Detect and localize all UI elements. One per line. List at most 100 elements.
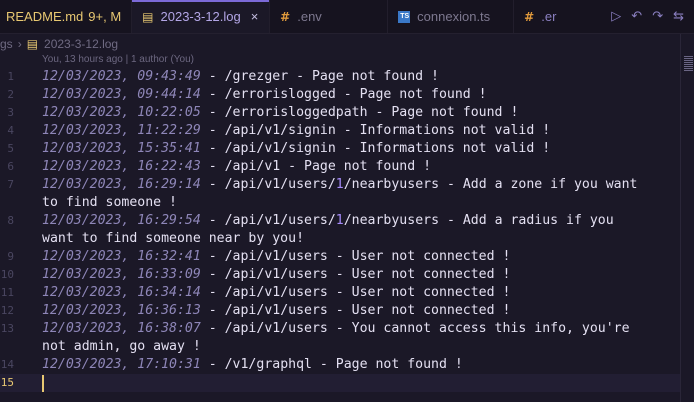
code-line[interactable]: 4 12/03/2023, 11:22:29 - /api/v1/signin -… <box>0 122 680 140</box>
line-number: 2 <box>7 88 14 101</box>
line-number: 13 <box>0 322 14 335</box>
editor-actions: ▷ ↶ ↷ ⇆ <box>603 0 694 33</box>
line-text: 12/03/2023, 09:43:49 - /grezger - Page n… <box>42 68 439 86</box>
log-timestamp: 12/03/2023, 16:29:54 <box>42 213 201 228</box>
code-line[interactable]: 8 12/03/2023, 16:29:54 - /api/v1/users/1/… <box>0 212 680 230</box>
git-codelens[interactable]: You, 13 hours ago | 1 author (You) <box>42 54 194 65</box>
ts-icon: TS <box>398 10 411 23</box>
code-line-wrap[interactable]: want to find someone near by you! <box>0 230 680 248</box>
line-text: 12/03/2023, 15:35:41 - /api/v1/signin - … <box>42 140 550 158</box>
code-line[interactable]: 9 12/03/2023, 16:32:41 - /api/v1/users - … <box>0 248 680 266</box>
minimap[interactable] <box>684 56 693 76</box>
log-message: /nearbyusers - Add a zone if you want <box>343 177 638 192</box>
scrollbar-track[interactable] <box>680 34 681 402</box>
line-text: 12/03/2023, 16:38:07 - /api/v1/users - Y… <box>42 320 630 338</box>
line-number: 10 <box>0 268 14 281</box>
go-back-icon[interactable]: ↶ <box>631 9 642 24</box>
breadcrumb-parent[interactable]: gs <box>0 37 13 51</box>
line-text: 12/03/2023, 10:22:05 - /errorisloggedpat… <box>42 104 518 122</box>
code-line-wrap[interactable]: to find someone ! <box>0 194 680 212</box>
code-line[interactable]: 14 12/03/2023, 17:10:31 - /v1/graphql - P… <box>0 356 680 374</box>
log-tab-label: 2023-3-12.log <box>160 9 241 24</box>
tab-readme[interactable]: README.md 9+, M <box>0 0 133 33</box>
line-text: 12/03/2023, 16:29:14 - /api/v1/users/1/n… <box>42 176 638 194</box>
log-message: - /api/v1/signin - Informations not vali… <box>200 123 551 138</box>
line-number: 14 <box>0 358 14 371</box>
log-timestamp: 12/03/2023, 16:33:09 <box>42 267 201 282</box>
log-message: - /api/v1/users/ <box>200 213 336 228</box>
code-line-wrap[interactable]: not admin, go away ! <box>0 338 680 356</box>
line-text: 12/03/2023, 16:22:43 - /api/v1 - Page no… <box>42 158 431 176</box>
line-text: 12/03/2023, 16:32:41 - /api/v1/users - U… <box>42 248 510 266</box>
code-line[interactable]: 3 12/03/2023, 10:22:05 - /errorisloggedpa… <box>0 104 680 122</box>
log-message: - /api/v1 - Page not found ! <box>200 159 432 174</box>
chevron-right-icon: › <box>17 37 22 51</box>
breadcrumb: gs › ▤ 2023-3-12.log <box>0 34 694 54</box>
line-text: 12/03/2023, 16:36:13 - /api/v1/users - U… <box>42 302 510 320</box>
line-text: 12/03/2023, 17:10:31 - /v1/graphql - Pag… <box>42 356 463 374</box>
er-tab-label: .er <box>541 9 557 24</box>
log-message: - /v1/graphql - Page not found ! <box>200 357 463 372</box>
go-forward-icon[interactable]: ↷ <box>652 9 663 24</box>
log-timestamp: 12/03/2023, 16:29:14 <box>42 177 201 192</box>
line-number: 7 <box>7 178 14 191</box>
code-line[interactable]: 1 12/03/2023, 09:43:49 - /grezger - Page … <box>0 68 680 86</box>
log-icon: ▤ <box>142 9 154 24</box>
code-line[interactable]: 5 12/03/2023, 15:35:41 - /api/v1/signin -… <box>0 140 680 158</box>
log-message: - /api/v1/users/ <box>200 177 336 192</box>
log-message: - /api/v1/users - User not connected ! <box>200 267 511 282</box>
line-number: 3 <box>7 106 14 119</box>
log-message: - /api/v1/users - User not connected ! <box>200 303 511 318</box>
breadcrumb-file[interactable]: 2023-3-12.log <box>44 37 118 51</box>
line-number: 15 <box>0 376 14 389</box>
line-text: 12/03/2023, 16:34:14 - /api/v1/users - U… <box>42 284 510 302</box>
log-message: - /grezger - Page not found ! <box>200 69 439 84</box>
log-message: - /api/v1/users - You cannot access this… <box>200 321 630 336</box>
line-text <box>42 374 44 392</box>
code-line[interactable]: 12 12/03/2023, 16:36:13 - /api/v1/users -… <box>0 302 680 320</box>
line-text: 12/03/2023, 11:22:29 - /api/v1/signin - … <box>42 122 550 140</box>
log-message: /nearbyusers - Add a radius if you <box>343 213 614 228</box>
tab-connexion[interactable]: TS connexion.ts <box>388 0 515 33</box>
log-number: 1 <box>335 177 344 192</box>
code-line[interactable]: 11 12/03/2023, 16:34:14 - /api/v1/users -… <box>0 284 680 302</box>
tab-bar: README.md 9+, M ▤ 2023-3-12.log × # .env… <box>0 0 694 34</box>
tab-er[interactable]: # .er <box>514 0 566 33</box>
code-line[interactable]: 7 12/03/2023, 16:29:14 - /api/v1/users/1/… <box>0 176 680 194</box>
line-number: 4 <box>7 124 14 137</box>
close-icon[interactable]: × <box>251 9 259 24</box>
tab-log[interactable]: ▤ 2023-3-12.log × <box>132 0 271 33</box>
log-message: - /api/v1/signin - Informations not vali… <box>200 141 551 156</box>
log-timestamp: 12/03/2023, 16:34:14 <box>42 285 201 300</box>
code-line[interactable]: 10 12/03/2023, 16:33:09 - /api/v1/users -… <box>0 266 680 284</box>
code-line[interactable]: 15 <box>0 374 680 392</box>
readme-tab-badge: 9+, M <box>88 9 122 24</box>
readme-tab-label: README.md <box>6 9 84 24</box>
code-line[interactable]: 2 12/03/2023, 09:44:14 - /errorislogged -… <box>0 86 680 104</box>
line-number: 8 <box>7 214 14 227</box>
log-message: - /api/v1/users - User not connected ! <box>200 285 511 300</box>
code-line[interactable]: 13 12/03/2023, 16:38:07 - /api/v1/users -… <box>0 320 680 338</box>
log-timestamp: 12/03/2023, 16:22:43 <box>42 159 201 174</box>
run-icon[interactable]: ▷ <box>611 9 621 24</box>
log-number: 1 <box>335 213 344 228</box>
log-message-wrap: want to find someone near by you! <box>42 231 305 246</box>
log-message: - /errorisloggedpath - Page not found ! <box>200 105 519 120</box>
editor-content[interactable]: 1 12/03/2023, 09:43:49 - /grezger - Page … <box>0 68 680 392</box>
line-number: 1 <box>7 70 14 83</box>
text-cursor <box>42 375 44 392</box>
line-number: 5 <box>7 142 14 155</box>
line-number: 12 <box>0 304 14 317</box>
code-line[interactable]: 6 12/03/2023, 16:22:43 - /api/v1 - Page n… <box>0 158 680 176</box>
log-timestamp: 12/03/2023, 09:43:49 <box>42 69 201 84</box>
hash-icon: # <box>280 9 291 24</box>
hash-icon: # <box>524 9 535 24</box>
tab-env[interactable]: # .env <box>270 0 389 33</box>
line-text: 12/03/2023, 16:33:09 - /api/v1/users - U… <box>42 266 510 284</box>
log-timestamp: 12/03/2023, 16:32:41 <box>42 249 201 264</box>
log-message: - /api/v1/users - User not connected ! <box>200 249 511 264</box>
log-timestamp: 12/03/2023, 16:38:07 <box>42 321 201 336</box>
compare-icon[interactable]: ⇆ <box>673 9 684 24</box>
line-number: 6 <box>7 160 14 173</box>
log-timestamp: 12/03/2023, 16:36:13 <box>42 303 201 318</box>
